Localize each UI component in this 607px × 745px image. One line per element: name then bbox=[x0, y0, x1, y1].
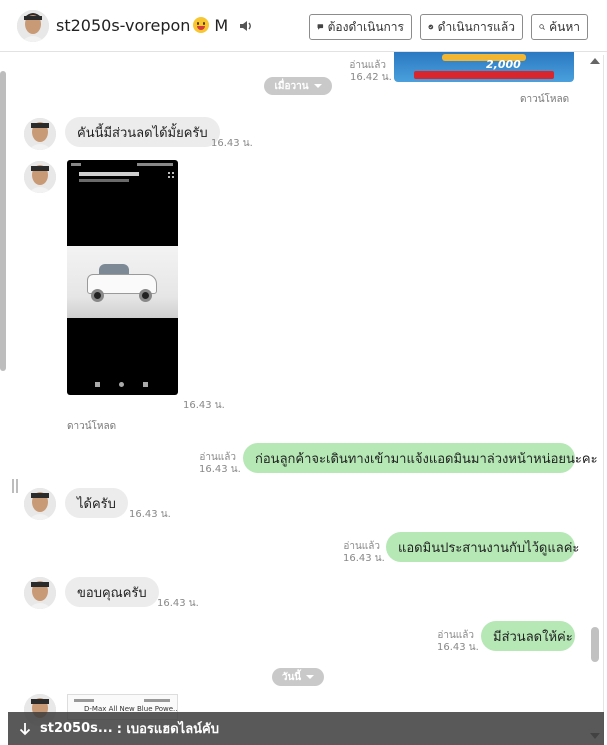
todo-button-label: ต้องดำเนินการ bbox=[327, 19, 404, 34]
image-header-line bbox=[74, 699, 94, 702]
sender-avatar[interactable] bbox=[24, 118, 56, 150]
wheel-shape bbox=[91, 289, 104, 302]
date-chip-label: เมื่อวาน bbox=[274, 80, 309, 92]
phone-status-bar bbox=[67, 160, 178, 169]
contact-tag: M bbox=[214, 16, 229, 35]
grid-icon bbox=[168, 172, 174, 178]
download-link[interactable]: ดาวน์โหลด bbox=[67, 419, 116, 434]
date-chip-today[interactable]: วันนี้ bbox=[272, 668, 324, 686]
avatar-photo-icon bbox=[17, 10, 49, 42]
nav-home-icon bbox=[119, 382, 124, 387]
chat-header: st2050s-vorepon M ต้องดำเนินการ ดำเนินการ… bbox=[0, 0, 607, 52]
date-chip-label: วันนี้ bbox=[281, 671, 302, 683]
chat-bubble-icon bbox=[317, 24, 324, 30]
arrow-down-icon bbox=[19, 722, 31, 735]
message-time: 16.43 น. bbox=[437, 642, 479, 653]
avatar-photo-icon bbox=[24, 161, 56, 193]
divider bbox=[603, 55, 604, 745]
outgoing-message[interactable]: ก่อนลูกค้าจะเดินทางเข้ามาแจ้งแอดมินมาล่ว… bbox=[243, 443, 598, 473]
search-button[interactable]: ค้นหา bbox=[531, 14, 588, 40]
search-button-label: ค้นหา bbox=[549, 19, 580, 34]
todo-button[interactable]: ต้องดำเนินการ bbox=[309, 14, 412, 40]
outgoing-message[interactable]: มีส่วนลดให้ค่ะ bbox=[481, 621, 575, 651]
nav-back-icon bbox=[143, 382, 148, 387]
message-time: 16.43 น. bbox=[211, 138, 253, 149]
smiley-emoji-icon bbox=[193, 17, 210, 33]
chevron-down-icon bbox=[306, 675, 315, 679]
avatar-photo-icon bbox=[24, 577, 56, 609]
message-time: 16.42 น. bbox=[350, 72, 392, 83]
outgoing-message[interactable]: แอดมินประสานงานกับไว้ดูแลค่ะ bbox=[386, 532, 579, 562]
chat-scrollbar-thumb[interactable] bbox=[591, 627, 599, 662]
avatar-photo-icon bbox=[24, 118, 56, 150]
contact-avatar[interactable] bbox=[17, 10, 49, 42]
chat-scrollbar[interactable] bbox=[588, 55, 602, 745]
wheel-shape bbox=[139, 289, 152, 302]
chat-check-icon bbox=[428, 24, 434, 30]
left-scrollbar-thumb[interactable] bbox=[0, 71, 6, 371]
shared-image[interactable] bbox=[67, 160, 178, 395]
message-time: 16.43 น. bbox=[157, 598, 199, 609]
speaker-icon[interactable] bbox=[239, 19, 253, 33]
panel-resize-handle[interactable] bbox=[12, 479, 18, 493]
message-time: 16.43 น. bbox=[343, 553, 385, 564]
incoming-message[interactable]: ขอบคุณครับ bbox=[65, 577, 159, 607]
notification-preview: : เบอรแฮดไลน์คับ bbox=[116, 722, 219, 737]
message-time: 16.43 น. bbox=[199, 464, 241, 475]
sender-avatar[interactable] bbox=[24, 161, 56, 193]
nav-square-icon bbox=[95, 382, 100, 387]
car-photo bbox=[67, 246, 178, 318]
sender-avatar[interactable] bbox=[24, 488, 56, 520]
avatar-photo-icon bbox=[24, 488, 56, 520]
promo-number: 2,000 bbox=[486, 58, 521, 71]
done-button[interactable]: ดำเนินการแล้ว bbox=[420, 14, 523, 40]
search-icon bbox=[539, 24, 545, 30]
sender-avatar[interactable] bbox=[24, 577, 56, 609]
incoming-message[interactable]: ได้ครับ bbox=[65, 488, 128, 518]
notification-sender: st2050s... bbox=[40, 721, 113, 736]
message-time: 16.43 น. bbox=[129, 509, 171, 520]
promo-image[interactable]: 2,000 bbox=[394, 52, 574, 82]
scroll-up-icon[interactable] bbox=[590, 58, 600, 64]
image-title-line bbox=[79, 172, 139, 176]
download-link[interactable]: ดาวน์โหลด bbox=[520, 92, 569, 107]
new-message-bar[interactable]: st2050s... : เบอรแฮดไลน์คับ bbox=[8, 712, 604, 745]
incoming-message[interactable]: คันนี้มีส่วนลดได้มั้ยครับ bbox=[65, 117, 220, 147]
left-panel-scrollbar[interactable] bbox=[0, 55, 18, 745]
phone-nav-bar bbox=[67, 380, 178, 392]
message-time: 16.43 น. bbox=[183, 400, 225, 411]
promo-strip-shape bbox=[414, 71, 554, 79]
image-subtitle-line bbox=[79, 179, 129, 182]
contact-name-text: st2050s-vorepon bbox=[56, 16, 191, 35]
contact-name[interactable]: st2050s-vorepon M bbox=[56, 16, 253, 35]
chevron-down-icon bbox=[313, 84, 322, 88]
date-chip-yesterday[interactable]: เมื่อวาน bbox=[264, 77, 332, 95]
image-header-line bbox=[144, 699, 170, 702]
done-button-label: ดำเนินการแล้ว bbox=[437, 19, 515, 34]
